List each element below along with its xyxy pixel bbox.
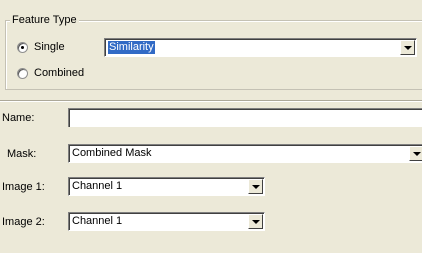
image1-dropdown-button[interactable] [248, 179, 263, 194]
image1-label: Image 1: [2, 181, 45, 193]
image1-select[interactable]: Channel 1 [68, 177, 265, 196]
mask-select[interactable]: Combined Mask [68, 144, 422, 163]
chevron-down-icon [252, 185, 260, 189]
radio-unselected-icon[interactable] [17, 67, 28, 79]
chevron-down-icon [404, 46, 412, 50]
feature-type-legend: Feature Type [10, 14, 79, 26]
radio-single-label: Single [34, 41, 65, 53]
mask-label: Mask: [7, 148, 37, 160]
feature-type-select-value: Similarity [108, 41, 155, 54]
chevron-down-icon [252, 220, 260, 224]
image2-dropdown-button[interactable] [248, 214, 263, 229]
radio-combined-label: Combined [34, 67, 85, 79]
name-field[interactable] [68, 108, 422, 127]
feature-type-select[interactable]: Similarity [104, 38, 417, 57]
mask-select-value: Combined Mask [72, 147, 152, 159]
image1-select-value: Channel 1 [72, 180, 123, 192]
mask-dropdown-button[interactable] [409, 146, 422, 161]
radio-single[interactable]: Single [17, 41, 65, 53]
section-divider [0, 100, 422, 102]
name-label: Name: [2, 112, 35, 124]
image2-select-value: Channel 1 [72, 215, 123, 227]
chevron-down-icon [413, 152, 421, 156]
radio-combined[interactable]: Combined [17, 67, 84, 79]
image2-label: Image 2: [2, 216, 45, 228]
radio-selected-icon[interactable] [17, 41, 28, 53]
feature-type-dropdown-button[interactable] [400, 40, 415, 55]
image2-select[interactable]: Channel 1 [68, 212, 265, 231]
